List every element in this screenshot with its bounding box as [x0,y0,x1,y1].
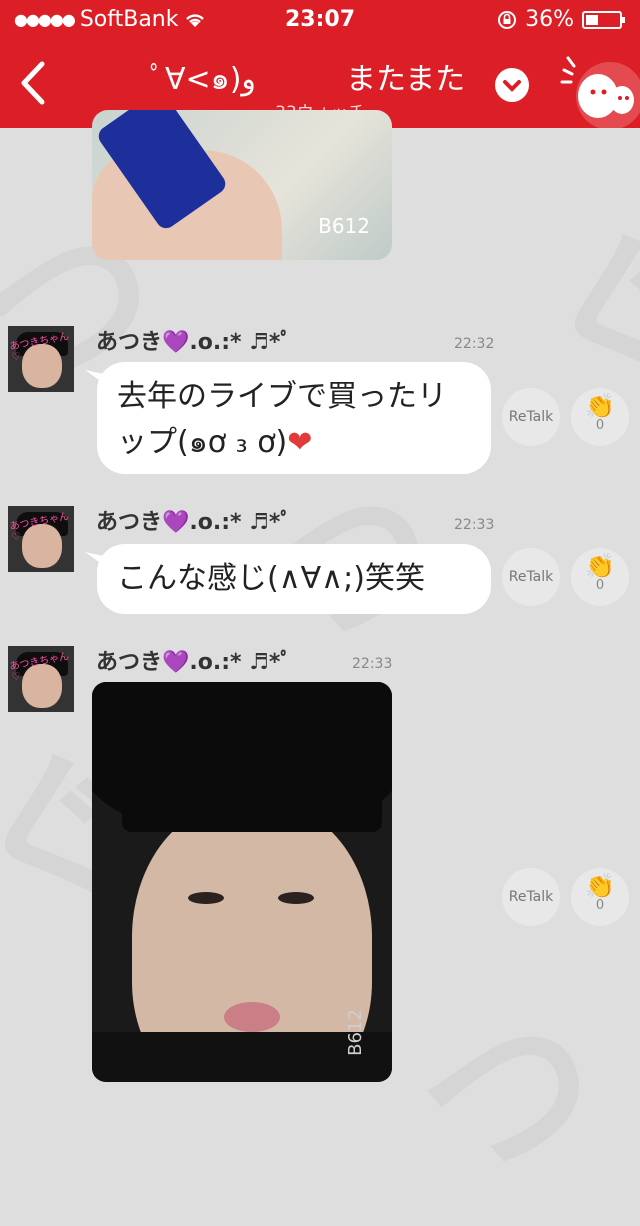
message-bubble[interactable]: こんな感じ(∧∀∧;)笑笑 [97,544,491,614]
photo-watermark: B612 [344,1009,366,1056]
sender-name: あつき💜.o.:* ♬*ﾟ [96,330,292,355]
message-text: こんな感じ(∧∀∧;)笑笑 [117,561,425,596]
clap-count: 0 [595,578,605,593]
chevron-down-icon [503,80,521,92]
clap-count: 0 [595,418,605,433]
status-bar: ●●●●● SoftBank 23:07 36% [0,0,640,40]
clap-icon: 👏 [585,552,615,580]
clap-button[interactable]: 👏 0 [571,868,629,926]
retalk-button[interactable]: ReTalk [502,868,560,926]
avatar[interactable]: あつきちゃん♡ [8,646,74,712]
sender-name: あつき💜.o.:* ♬*ﾟ [96,650,292,675]
message-time: 22:33 [352,656,393,672]
photo-watermark: B612 [318,214,370,238]
photo-message-selfie[interactable]: B612 [92,682,392,1082]
dropdown-button[interactable] [495,68,529,102]
clap-icon: 👏 [585,872,615,900]
message-text-line: 去年のライブで買ったリ [117,379,447,414]
clap-icon: 👏 [585,392,615,420]
photo-message-lipstick[interactable]: B612 [92,110,392,260]
title-left: ﾟ∀<๑)و [150,62,256,97]
sender-name: あつき💜.o.:* ♬*ﾟ [96,510,292,535]
clap-button[interactable]: 👏 0 [571,548,629,606]
rotation-lock-icon [498,10,517,29]
background-pattern: つ [398,977,622,1219]
battery-percent: 36% [525,7,574,32]
heart-icon: ❤ [287,425,313,460]
message-bubble[interactable]: 去年のライブで買ったリ ップ(๑ơ ₃ ơ)❤ [97,362,491,474]
message-time: 22:32 [454,336,495,352]
message-time: 22:33 [454,517,495,533]
title-right: またまた [346,62,466,97]
retalk-button[interactable]: ReTalk [502,388,560,446]
clap-count: 0 [595,898,605,913]
avatar[interactable]: あつきちゃん♡ [8,506,74,572]
battery-icon [582,10,625,29]
retalk-button[interactable]: ReTalk [502,548,560,606]
avatar[interactable]: あつきちゃん♡ [8,326,74,392]
mascot-icon[interactable] [558,50,640,128]
message-text-line: ップ(๑ơ ₃ ơ)❤ [117,425,313,460]
clap-button[interactable]: 👏 0 [571,388,629,446]
